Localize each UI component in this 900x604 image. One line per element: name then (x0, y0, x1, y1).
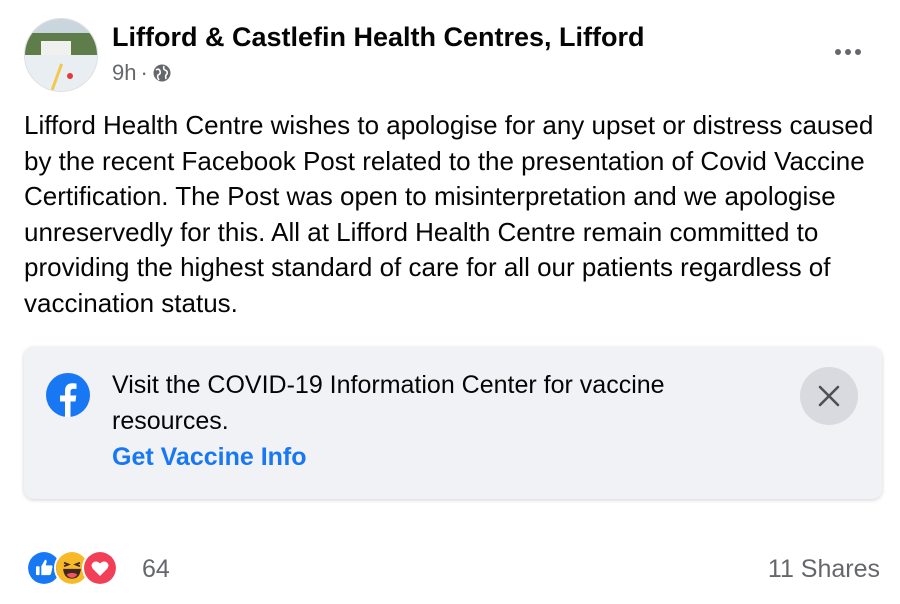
more-dot-icon (835, 49, 841, 55)
more-options-button[interactable] (826, 34, 870, 70)
post-meta: 9h · (112, 60, 172, 86)
globe-icon[interactable] (152, 63, 172, 83)
close-icon (818, 385, 840, 407)
post-text: Lifford Health Centre wishes to apologis… (24, 110, 874, 318)
info-card-text: Visit the COVID-19 Information Center fo… (112, 371, 665, 435)
facebook-post: Lifford & Castlefin Health Centres, Liff… (0, 0, 900, 604)
post-time[interactable]: 9h (112, 60, 136, 86)
covid-info-card: Visit the COVID-19 Information Center fo… (24, 347, 882, 499)
meta-separator: · (140, 60, 148, 85)
close-button[interactable] (800, 367, 858, 425)
page-name[interactable]: Lifford & Castlefin Health Centres, Liff… (112, 22, 645, 53)
love-icon (82, 550, 118, 586)
more-dot-icon (845, 49, 851, 55)
more-dot-icon (855, 49, 861, 55)
reaction-count[interactable]: 64 (142, 555, 170, 584)
get-vaccine-info-link[interactable]: Get Vaccine Info (112, 443, 307, 472)
page-avatar[interactable] (24, 18, 98, 92)
shares-count[interactable]: 11 Shares (768, 555, 880, 584)
facebook-icon (46, 373, 90, 417)
reactions[interactable] (26, 548, 118, 588)
